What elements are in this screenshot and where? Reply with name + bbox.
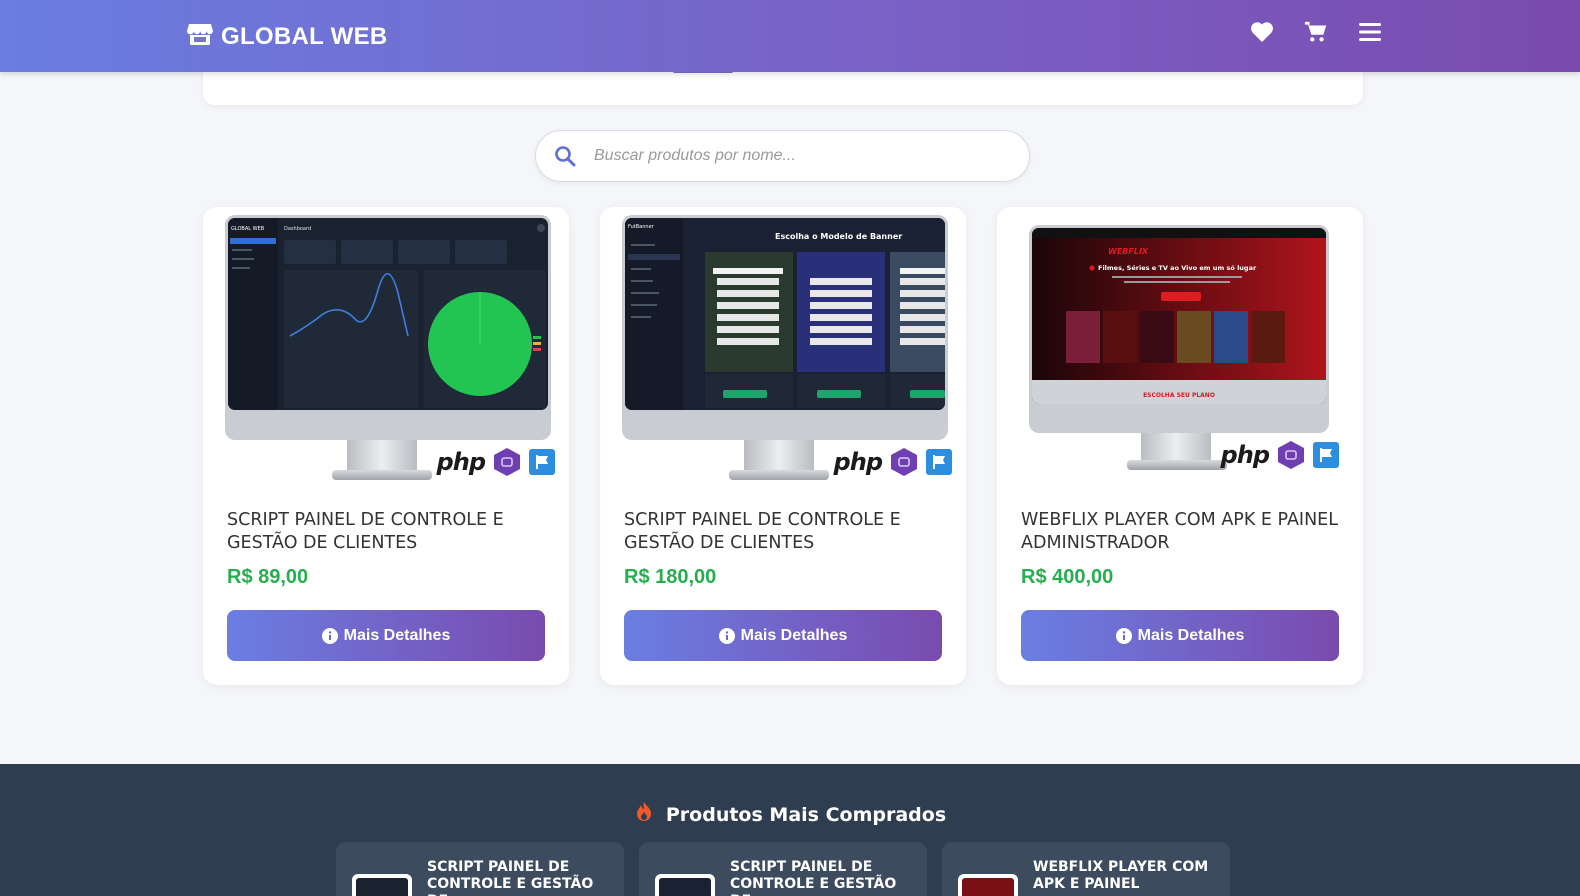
- mock-brand: FutBanner: [628, 224, 655, 230]
- bootstrap-hex-icon: [494, 448, 520, 476]
- best-seller-title: SCRIPT PAINEL DE CONTROLE E GESTÃO DE: [427, 859, 594, 896]
- search-icon: [554, 145, 576, 167]
- mock-brand: GLOBAL WEB: [231, 226, 265, 232]
- php-logo: php: [1220, 441, 1270, 469]
- menu-icon[interactable]: [1358, 20, 1382, 44]
- best-sellers-section: Produtos Mais Comprados SCRIPT PAINEL DE…: [0, 764, 1580, 896]
- best-seller-title: SCRIPT PAINEL DE CONTROLE E GESTÃO DE: [730, 859, 897, 896]
- search-input[interactable]: [594, 147, 994, 165]
- mock-heading: Filmes, Séries e TV ao Vivo em um só lug…: [1098, 264, 1257, 272]
- search-bar: [535, 130, 1030, 182]
- flag-icon: [529, 449, 555, 475]
- bootstrap-hex-icon: [891, 448, 917, 476]
- best-seller-thumb: [958, 874, 1018, 896]
- info-icon: [718, 627, 735, 644]
- product-image[interactable]: WEBFLIX Filmes, Séries e TV ao Vivo em u…: [1011, 215, 1349, 490]
- best-seller-item[interactable]: SCRIPT PAINEL DE CONTROLE E GESTÃO DE: [639, 842, 927, 896]
- brand-logo[interactable]: GLOBAL WEB: [187, 22, 388, 51]
- product-card: WEBFLIX Filmes, Séries e TV ao Vivo em u…: [997, 207, 1363, 685]
- product-image[interactable]: FutBanner Escolha o Modelo de Banner php: [614, 215, 952, 490]
- best-seller-thumb: [352, 874, 412, 896]
- info-icon: [1115, 627, 1132, 644]
- product-title: WEBFLIX PLAYER COM APK E PAINEL ADMINIST…: [1021, 510, 1338, 553]
- flag-icon: [1313, 442, 1339, 468]
- best-seller-title: WEBFLIX PLAYER COM APK E PAINEL: [1033, 859, 1209, 892]
- best-sellers-title: Produtos Mais Comprados: [665, 803, 947, 826]
- details-button-label: Mais Detalhes: [740, 626, 848, 644]
- product-card: FutBanner Escolha o Modelo de Banner php: [600, 207, 966, 685]
- product-image[interactable]: GLOBAL WEB Dashboard php: [217, 215, 555, 490]
- best-seller-item[interactable]: WEBFLIX PLAYER COM APK E PAINEL: [942, 842, 1230, 896]
- mock-brand: WEBFLIX: [1108, 247, 1149, 256]
- heart-icon[interactable]: [1250, 20, 1274, 44]
- details-button[interactable]: Mais Detalhes: [624, 610, 942, 661]
- store-icon: [187, 22, 213, 51]
- details-button[interactable]: Mais Detalhes: [227, 610, 545, 661]
- flag-icon: [926, 449, 952, 475]
- mock-heading: Escolha o Modelo de Banner: [775, 232, 902, 241]
- info-icon: [321, 627, 338, 644]
- top-navbar: GLOBAL WEB: [0, 0, 1580, 72]
- fire-icon: [634, 801, 654, 828]
- best-seller-item[interactable]: SCRIPT PAINEL DE CONTROLE E GESTÃO DE: [336, 842, 624, 896]
- php-logo: php: [436, 448, 486, 476]
- product-price: R$ 180,00: [624, 566, 717, 588]
- details-button-label: Mais Detalhes: [343, 626, 451, 644]
- product-price: R$ 89,00: [227, 566, 309, 588]
- mock-cta: ESCOLHA SEU PLANO: [1143, 392, 1215, 399]
- php-logo: php: [833, 448, 883, 476]
- product-card: GLOBAL WEB Dashboard php SCRIPT PAINEL D…: [203, 207, 569, 685]
- product-price: R$ 400,00: [1021, 566, 1114, 588]
- mock-heading: Dashboard: [284, 226, 311, 232]
- cart-icon[interactable]: [1304, 20, 1328, 44]
- best-seller-thumb: [655, 874, 715, 896]
- brand-title: GLOBAL WEB: [221, 22, 388, 50]
- product-title: SCRIPT PAINEL DE CONTROLE E GESTÃO DE CL…: [227, 510, 504, 553]
- details-button[interactable]: Mais Detalhes: [1021, 610, 1339, 661]
- bootstrap-hex-icon: [1278, 441, 1304, 469]
- product-title: SCRIPT PAINEL DE CONTROLE E GESTÃO DE CL…: [624, 510, 901, 553]
- details-button-label: Mais Detalhes: [1137, 626, 1245, 644]
